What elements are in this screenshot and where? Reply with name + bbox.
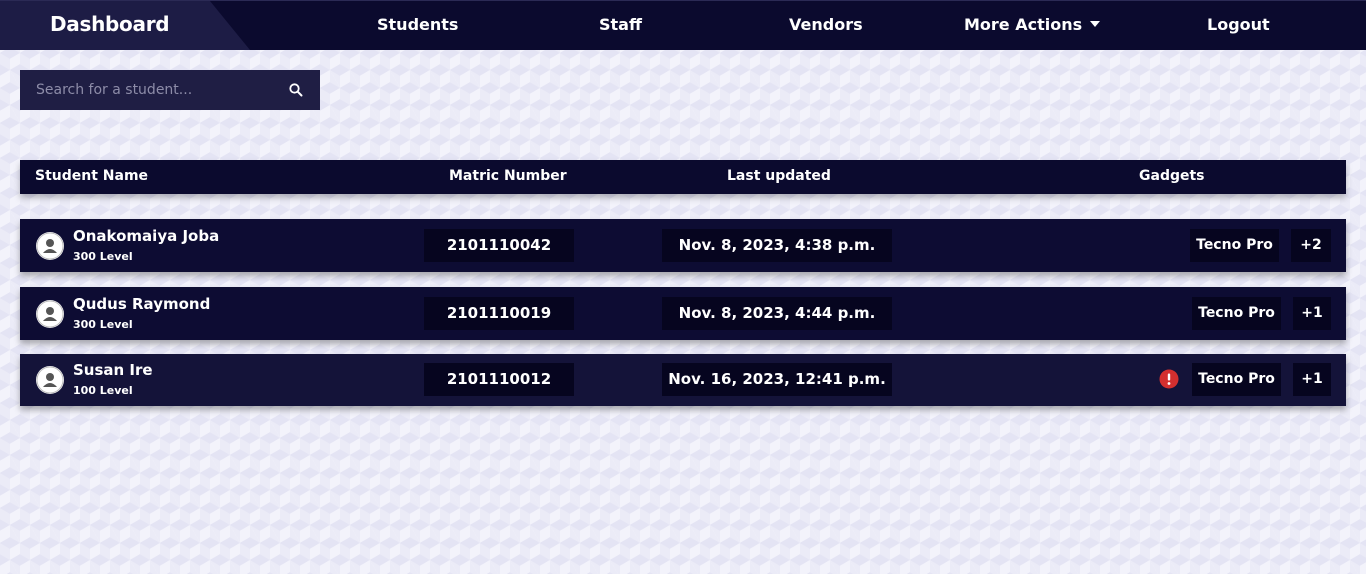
caret-down-icon [1090, 21, 1101, 27]
table-header: Student Name Matric Number Last updated … [20, 160, 1346, 194]
matric-number: 2101110012 [424, 363, 574, 396]
alert-circle-icon[interactable] [1159, 369, 1179, 389]
table-row[interactable]: Onakomaiya Joba 300 Level 2101110042 Nov… [20, 219, 1346, 272]
user-avatar-icon [36, 232, 64, 260]
nav-more-actions-label: More Actions [964, 15, 1083, 34]
nav-students[interactable]: Students [377, 15, 458, 34]
top-navbar: Dashboard Students Staff Vendors More Ac… [0, 0, 1366, 50]
nav-more-actions[interactable]: More Actions [964, 15, 1101, 34]
student-name[interactable]: Qudus Raymond [73, 295, 210, 313]
gadget-more-count[interactable]: +1 [1293, 297, 1331, 330]
search-icon[interactable] [289, 83, 303, 97]
gadget-more-count[interactable]: +2 [1291, 229, 1331, 262]
matric-number: 2101110042 [424, 229, 574, 262]
nav-logout[interactable]: Logout [1207, 15, 1270, 34]
table-row[interactable]: Susan Ire 100 Level 2101110012 Nov. 16, … [20, 354, 1346, 406]
search-input[interactable] [20, 70, 280, 110]
student-name[interactable]: Susan Ire [73, 361, 153, 379]
last-updated: Nov. 8, 2023, 4:38 p.m. [662, 229, 892, 262]
student-level: 100 Level [73, 384, 133, 397]
gadget-badge[interactable]: Tecno Pro [1192, 363, 1281, 396]
gadget-more-count[interactable]: +1 [1293, 363, 1331, 396]
header-matric-number: Matric Number [449, 168, 567, 184]
dashboard-link[interactable]: Dashboard [50, 12, 170, 36]
nav-vendors[interactable]: Vendors [789, 15, 863, 34]
last-updated: Nov. 8, 2023, 4:44 p.m. [662, 297, 892, 330]
header-student-name: Student Name [35, 168, 149, 184]
student-level: 300 Level [73, 318, 133, 331]
student-name[interactable]: Onakomaiya Joba [73, 227, 219, 245]
header-last-updated: Last updated [727, 168, 831, 184]
gadget-badge[interactable]: Tecno Pro [1190, 229, 1279, 262]
last-updated: Nov. 16, 2023, 12:41 p.m. [662, 363, 892, 396]
student-search [20, 70, 320, 110]
nav-staff[interactable]: Staff [599, 15, 642, 34]
gadget-badge[interactable]: Tecno Pro [1192, 297, 1281, 330]
user-avatar-icon [36, 300, 64, 328]
matric-number: 2101110019 [424, 297, 574, 330]
student-level: 300 Level [73, 250, 133, 263]
header-gadgets: Gadgets [1139, 168, 1205, 184]
table-row[interactable]: Qudus Raymond 300 Level 2101110019 Nov. … [20, 287, 1346, 340]
user-avatar-icon [36, 366, 64, 394]
